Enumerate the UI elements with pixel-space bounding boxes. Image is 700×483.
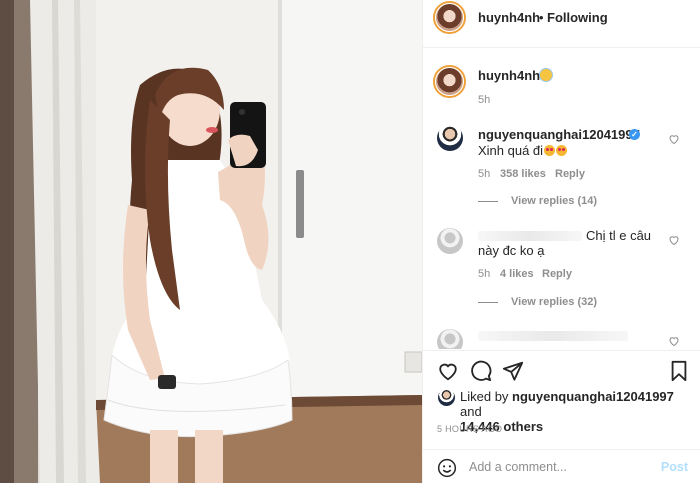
following-button[interactable]: Following [547, 10, 608, 25]
liked-by-and: and [460, 404, 482, 419]
liker-username[interactable]: nguyenquanghai12041997 [512, 389, 674, 404]
post-photo[interactable] [0, 0, 422, 483]
caption-avatar[interactable] [433, 65, 466, 98]
replies-divider [478, 302, 498, 303]
kissing-heart-emoji-icon [556, 145, 568, 156]
comment-avatar[interactable] [437, 125, 463, 151]
add-comment-bar: Add a comment... Post [423, 449, 700, 483]
caption-username[interactable]: huynh4nh [478, 68, 540, 83]
post-header: huynh4nh • Following [423, 0, 700, 48]
comment-reply-button[interactable]: Reply [555, 168, 585, 180]
add-comment-input[interactable]: Add a comment... [469, 460, 567, 474]
comment-time[interactable]: 5h [478, 268, 490, 280]
comment-like-heart-icon[interactable] [668, 133, 680, 145]
like-heart-icon[interactable] [437, 360, 459, 382]
post-comment-button[interactable]: Post [661, 460, 688, 474]
verified-badge-icon: ✓ [629, 129, 640, 140]
comment-likes[interactable]: 358 likes [500, 168, 546, 180]
comment-text-line1: Chị tl e câu [586, 228, 652, 243]
comment-username[interactable] [478, 231, 582, 241]
comment-like-heart-icon[interactable] [668, 234, 680, 246]
comment-username[interactable] [478, 331, 628, 341]
liked-by-prefix: Liked by [460, 389, 509, 404]
liker-avatar[interactable] [438, 389, 455, 406]
follow-separator: • [539, 10, 544, 25]
author-avatar[interactable] [433, 1, 466, 34]
comment-avatar[interactable] [437, 228, 463, 254]
comment-reply-button[interactable]: Reply [542, 268, 572, 280]
paper-plane-share-icon[interactable] [502, 360, 524, 382]
caption-time[interactable]: 5h [478, 94, 490, 106]
post-timestamp[interactable]: 5 HOURS AGO [437, 424, 502, 434]
emoji-smiley-icon[interactable] [437, 458, 457, 478]
comment-username[interactable]: nguyenquanghai12041997 [478, 127, 640, 142]
heart-eyes-emoji-icon [544, 145, 556, 156]
halo-emoji-icon [539, 68, 553, 82]
author-username[interactable]: huynh4nh [478, 10, 540, 25]
comment-avatar[interactable] [437, 329, 463, 349]
comment-bubble-icon[interactable] [470, 360, 492, 382]
view-replies-button[interactable]: View replies (32) [511, 296, 597, 308]
comment-text: Xinh quá đi [478, 143, 568, 158]
photo-illustration [0, 0, 422, 483]
replies-divider [478, 201, 498, 202]
bookmark-save-icon[interactable] [668, 360, 690, 382]
comments-list[interactable]: huynh4nh 5h nguyenquanghai12041997 ✓ Xin… [423, 49, 700, 349]
comment-like-heart-icon[interactable] [668, 335, 680, 347]
view-replies-button[interactable]: View replies (14) [511, 195, 597, 207]
post-sidebar: huynh4nh • Following huynh4nh 5h nguyenq… [422, 0, 700, 483]
post-actions: Liked by nguyenquanghai12041997 and 14,4… [423, 350, 700, 480]
comment-time[interactable]: 5h [478, 168, 490, 180]
comment-likes[interactable]: 4 likes [500, 268, 534, 280]
comment-text-line2: này đc ko ạ [478, 243, 545, 258]
